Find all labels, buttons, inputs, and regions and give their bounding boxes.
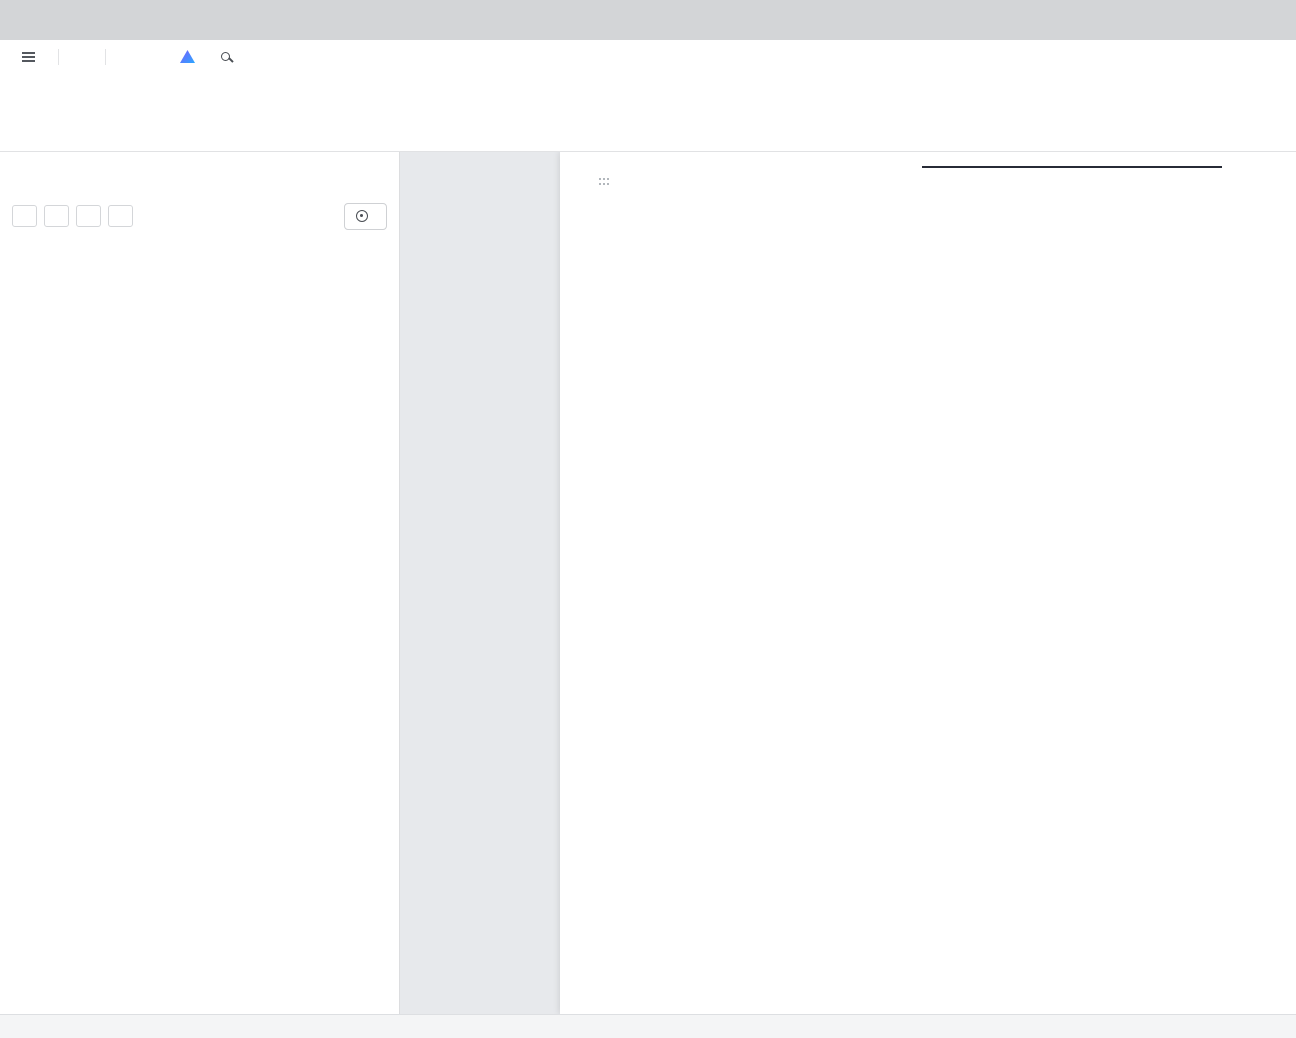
wps-office-window (0, 0, 1296, 1038)
toc-collapse-all-button[interactable] (108, 205, 133, 227)
document-page[interactable] (560, 152, 1296, 1014)
status-bar (0, 1014, 1296, 1038)
ribbon-toolbar (0, 73, 1296, 152)
drag-handle-icon[interactable] (599, 178, 610, 186)
toc-chevron-down-button[interactable] (12, 205, 37, 227)
navigation-sidebar (0, 152, 400, 1014)
window-tab-bar (0, 0, 1296, 40)
toc-chevron-up-button[interactable] (44, 205, 69, 227)
toc-expand-all-button[interactable] (76, 205, 101, 227)
smart-toc-button[interactable] (344, 202, 387, 230)
wps-ai-icon (180, 50, 195, 63)
wps-ai-button[interactable] (180, 50, 201, 63)
figure-project-structure[interactable] (922, 166, 1222, 168)
divider (105, 48, 106, 65)
menu-bar (0, 40, 1296, 73)
file-menu-button[interactable] (14, 55, 50, 58)
search-icon[interactable] (221, 52, 230, 61)
hamburger-icon (22, 55, 35, 58)
file-tree-image (922, 166, 1222, 168)
smart-toc-icon (356, 210, 368, 222)
divider (58, 48, 59, 65)
document-area (400, 152, 1296, 1014)
